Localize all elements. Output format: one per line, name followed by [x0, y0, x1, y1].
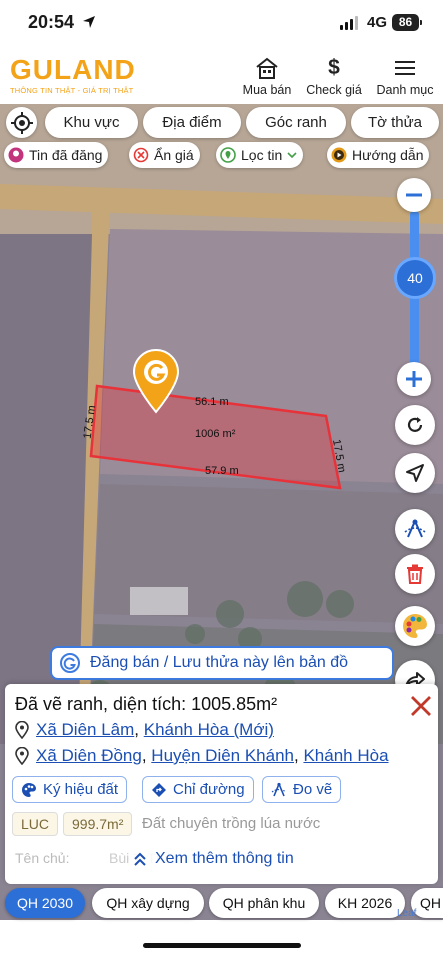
- post-listing-banner[interactable]: Đăng bán / Lưu thửa này lên bản đồ: [50, 646, 394, 680]
- palette-icon: [403, 614, 427, 638]
- leaflet-attribution[interactable]: Leaf: [397, 908, 416, 919]
- app-header: GULAND THÔNG TIN THẬT - GIÁ TRỊ THẬT Mua…: [0, 48, 443, 104]
- status-bar: 20:54 4G 86: [0, 0, 443, 48]
- land-symbol-label: Ký hiệu đất: [43, 781, 119, 798]
- province-old-link[interactable]: Khánh Hòa: [303, 746, 388, 765]
- plot-area-label: 1006 m²: [195, 428, 236, 440]
- zoom-level-knob[interactable]: 40: [394, 257, 436, 299]
- location-arrow-icon: [83, 16, 95, 28]
- crosshair-icon: [10, 111, 33, 134]
- edge-top-label: 56.1 m: [195, 396, 229, 408]
- guland-map-marker-icon[interactable]: [131, 348, 181, 414]
- district-old-link[interactable]: Huyện Diên Khánh: [151, 746, 294, 765]
- zoom-out-button[interactable]: [397, 178, 431, 212]
- post-listing-label: Đăng bán / Lưu thửa này lên bản đồ: [90, 654, 349, 671]
- my-location-button[interactable]: [6, 107, 37, 138]
- chevron-down-icon: [287, 152, 297, 159]
- menu-icon: [374, 56, 436, 80]
- tab-qh-2030[interactable]: QH 2030: [5, 888, 85, 918]
- directions-button[interactable]: Chỉ đường: [142, 776, 254, 803]
- palette-icon: [22, 782, 36, 797]
- location-pin-icon: [15, 721, 29, 739]
- measure-draw-button[interactable]: Đo vẽ: [262, 776, 342, 803]
- close-icon[interactable]: [409, 694, 433, 718]
- double-chevron-up-icon: [134, 852, 146, 866]
- see-more-info-label: Xem thêm thông tin: [155, 850, 294, 867]
- province-new-link[interactable]: Khánh Hòa (Mới): [144, 720, 274, 739]
- tab-kh-2026[interactable]: KH 2026: [325, 888, 405, 918]
- parcel-area-title: Đã vẽ ranh, diện tích: 1005.85m²: [15, 694, 278, 714]
- tab-qh-construction[interactable]: QH xây dựng: [92, 888, 204, 918]
- trash-icon: [407, 564, 423, 584]
- dollar-icon: $: [328, 56, 340, 79]
- directions-icon: [152, 782, 166, 797]
- compass-draw-icon: [404, 519, 426, 538]
- compass-draw-icon: [271, 782, 287, 796]
- land-use-description: Đất chuyên trồng lúa nước: [142, 815, 321, 832]
- guland-logo[interactable]: GULAND THÔNG TIN THẬT - GIÁ TRỊ THẬT: [10, 54, 136, 96]
- color-palette-button[interactable]: [395, 606, 435, 646]
- check-price-button[interactable]: $ Check giá: [302, 56, 366, 97]
- land-symbol-button[interactable]: Ký hiệu đất: [12, 776, 128, 803]
- refresh-button[interactable]: [395, 405, 435, 445]
- commune-old-link[interactable]: Xã Diên Đồng: [36, 746, 142, 765]
- buy-sell-button[interactable]: Mua bán: [238, 56, 296, 97]
- address-old: Xã Diên Đồng, Huyện Diên Khánh, Khánh Hò…: [15, 746, 389, 766]
- address-new: Xã Diên Lâm, Khánh Hòa (Mới): [15, 720, 274, 740]
- posted-listings-chip[interactable]: Tin đã đăng: [4, 142, 109, 168]
- filter-listings-chip[interactable]: Lọc tin: [216, 142, 304, 168]
- tab-qh-zoning[interactable]: QH phân khu: [209, 888, 319, 918]
- guide-chip[interactable]: Hướng dẫn: [327, 142, 430, 168]
- menu-button[interactable]: Danh mục: [374, 56, 436, 97]
- home-indicator[interactable]: [143, 943, 301, 948]
- posted-icon: [8, 147, 24, 163]
- filter-pin-icon: [220, 147, 236, 163]
- plus-icon: [406, 371, 422, 387]
- measure-draw-label: Đo vẽ: [293, 781, 333, 798]
- status-time: 20:54: [28, 12, 75, 32]
- filter-listings-label: Lọc tin: [241, 147, 283, 163]
- signal-icon: [340, 16, 358, 30]
- play-icon: [331, 147, 347, 163]
- network-label: 4G: [367, 14, 388, 31]
- guland-g-icon: [60, 653, 80, 673]
- owner-label: Tên chủ:: [15, 850, 70, 866]
- land-use-area-badge: 999.7m²: [63, 812, 133, 836]
- edge-bottom-label: 57.9 m: [205, 465, 239, 477]
- commune-new-link[interactable]: Xã Diên Lâm: [36, 720, 134, 739]
- see-more-info-button[interactable]: Xem thêm thông tin: [129, 850, 298, 868]
- corner-filter[interactable]: Góc ranh: [246, 107, 346, 138]
- battery-icon: 86: [392, 14, 422, 31]
- zoom-in-button[interactable]: [397, 362, 431, 396]
- delete-button[interactable]: [395, 554, 435, 594]
- posted-listings-label: Tin đã đăng: [29, 147, 103, 163]
- minus-icon: [406, 193, 422, 197]
- logo-text: GULAND: [10, 54, 136, 85]
- house-icon: [238, 56, 296, 80]
- location-filter[interactable]: Địa điểm: [143, 107, 241, 138]
- parcel-filter[interactable]: Tờ thửa: [351, 107, 439, 138]
- guide-label: Hướng dẫn: [352, 147, 424, 163]
- directions-label: Chỉ đường: [173, 781, 245, 798]
- hide-price-chip[interactable]: Ẩn giá: [129, 142, 200, 168]
- buy-sell-label: Mua bán: [242, 83, 292, 97]
- navigation-arrow-icon: [406, 464, 424, 482]
- draw-tool-button[interactable]: [395, 509, 435, 549]
- refresh-icon: [407, 417, 423, 432]
- hide-icon: [133, 147, 149, 163]
- area-filter[interactable]: Khu vực: [45, 107, 138, 138]
- hide-price-label: Ẩn giá: [154, 147, 194, 163]
- location-pin-icon: [15, 747, 29, 765]
- logo-tagline: THÔNG TIN THẬT - GIÁ TRỊ THẬT: [10, 86, 134, 95]
- land-use-code-badge: LUC: [12, 812, 59, 836]
- parcel-info-panel: Đã vẽ ranh, diện tích: 1005.85m² Xã Diên…: [5, 684, 438, 884]
- navigate-button[interactable]: [395, 453, 435, 493]
- check-price-label: Check giá: [306, 83, 362, 97]
- menu-label: Danh mục: [376, 83, 434, 97]
